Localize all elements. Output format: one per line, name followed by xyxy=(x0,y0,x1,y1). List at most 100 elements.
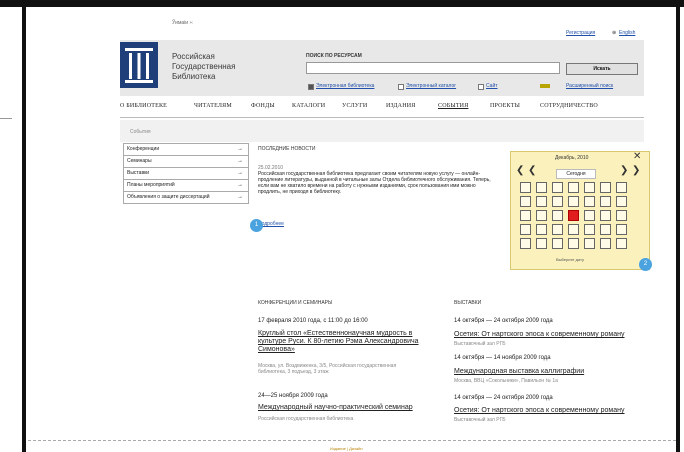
calendar-day-cell[interactable] xyxy=(536,196,547,207)
calendar-day-cell[interactable] xyxy=(568,210,579,221)
language-switch-ru[interactable]: Ўимаіи ›‹ xyxy=(172,20,193,26)
breadcrumb[interactable]: События xyxy=(130,129,151,135)
margin-rule xyxy=(0,118,12,119)
account-link[interactable]: Регистрация xyxy=(566,30,595,36)
brand-line-1: Российская xyxy=(172,52,215,61)
calendar-choose-date: Выберите дату xyxy=(556,257,584,262)
search-option-library-checkbox[interactable] xyxy=(308,84,314,90)
calendar-next-month-icon[interactable]: ❯ xyxy=(620,166,628,176)
calendar-day-cell[interactable] xyxy=(616,224,627,235)
calendar-month: Декабрь, 2010 xyxy=(555,155,589,161)
exhibitions-heading: ВЫСТАВКИ xyxy=(454,300,482,306)
search-option-catalog-checkbox[interactable] xyxy=(398,84,404,90)
frame-left-edge xyxy=(22,0,26,452)
search-option-site-label[interactable]: Сайт xyxy=(486,83,498,89)
calendar-day-cell[interactable] xyxy=(568,196,579,207)
sidebar-item-thesis-defense[interactable]: Объявления о защите диссертаций → xyxy=(123,192,249,204)
calendar-next-year-icon[interactable]: ❯ xyxy=(632,166,640,176)
calendar-prev-year-icon[interactable]: ❮ xyxy=(516,166,524,176)
search-option-site-checkbox[interactable] xyxy=(478,84,484,90)
calendar-day-cell[interactable] xyxy=(536,238,547,249)
calendar-day-cell[interactable] xyxy=(616,238,627,249)
calendar-day-cell[interactable] xyxy=(520,224,531,235)
calendar-prev-month-icon[interactable]: ❮ xyxy=(528,166,536,176)
calendar-day-cell[interactable] xyxy=(552,182,563,193)
annotation-badge-1: 1 xyxy=(250,219,263,232)
arrow-right-icon: → xyxy=(237,194,243,200)
sidebar-item-label: Конференции xyxy=(127,146,160,152)
conference-title[interactable]: Международный научно-практический семина… xyxy=(258,404,458,412)
nav-item-catalogs[interactable]: КАТАЛОГИ xyxy=(292,103,325,109)
arrow-right-icon: → xyxy=(237,182,243,188)
conference-place: Москва, ул. Воздвиженка, 3/5, Российская… xyxy=(258,363,397,375)
search-option-catalog-label[interactable]: Электронный каталог xyxy=(406,83,456,89)
calendar-day-cell[interactable] xyxy=(616,182,627,193)
calendar-day-cell[interactable] xyxy=(584,210,595,221)
calendar-day-cell[interactable] xyxy=(536,224,547,235)
search-button[interactable]: Искать xyxy=(566,63,638,75)
calendar-day-cell[interactable] xyxy=(584,224,595,235)
calendar-day-cell[interactable] xyxy=(520,238,531,249)
calendar-day-cell[interactable] xyxy=(616,196,627,207)
nav-item-about[interactable]: О БИБЛИОТЕКЕ xyxy=(120,103,167,109)
arrow-right-icon: → xyxy=(237,170,243,176)
exhibition-title[interactable]: Осетия: От нартского эпоса к современном… xyxy=(454,331,654,339)
exhibition-date: 14 октября — 14 ноября 2009 года xyxy=(454,355,551,361)
exhibition-place: Выставочный зал РГБ xyxy=(454,417,506,423)
annotation-badge-2: 2 xyxy=(639,258,652,271)
calendar-day-cell[interactable] xyxy=(536,210,547,221)
nav-item-collections[interactable]: ФОНДЫ xyxy=(251,103,275,109)
news-heading: ПОСЛЕДНИЕ НОВОСТИ xyxy=(258,146,316,152)
calendar-day-cell[interactable] xyxy=(600,238,611,249)
close-icon[interactable]: ✕ xyxy=(633,151,641,162)
globe-icon: ⊕ xyxy=(612,30,617,36)
exhibition-date: 14 октября — 24 октября 2009 года xyxy=(454,395,553,401)
sidebar-item-label: Семинары xyxy=(127,158,152,164)
calendar-day-cell[interactable] xyxy=(520,182,531,193)
sidebar-item-seminars[interactable]: Семинары → xyxy=(123,156,249,168)
calendar-day-cell[interactable] xyxy=(600,196,611,207)
exhibition-place: Выставочный зал РГБ xyxy=(454,341,506,347)
exhibition-title[interactable]: Международная выставка каллиграфии xyxy=(454,368,654,376)
calendar-day-cell[interactable] xyxy=(600,224,611,235)
calendar-day-cell[interactable] xyxy=(568,238,579,249)
calendar-day-cell[interactable] xyxy=(616,210,627,221)
calendar-day-cell[interactable] xyxy=(520,210,531,221)
library-logo[interactable] xyxy=(120,42,158,88)
calendar-day-cell[interactable] xyxy=(568,182,579,193)
calendar-day-cell[interactable] xyxy=(520,196,531,207)
nav-item-events[interactable]: СОБЫТИЯ xyxy=(438,103,468,109)
sidebar-item-exhibitions[interactable]: Выставки → xyxy=(123,168,249,180)
footer-link[interactable]: Издание | Дизайн xyxy=(330,446,363,451)
calendar-day-cell[interactable] xyxy=(584,182,595,193)
exhibition-title[interactable]: Осетия: От нартского эпоса к современном… xyxy=(454,407,654,415)
advanced-search-link[interactable]: Расширенный поиск xyxy=(566,83,613,89)
calendar-day-cell[interactable] xyxy=(552,238,563,249)
calendar-day-cell[interactable] xyxy=(584,196,595,207)
calendar-day-cell[interactable] xyxy=(600,182,611,193)
conference-title[interactable]: Круглый стол «Естественнонаучная мудрост… xyxy=(258,330,438,354)
calendar-day-cell[interactable] xyxy=(568,224,579,235)
sidebar-item-event-plans[interactable]: Планы мероприятий → xyxy=(123,180,249,192)
search-option-library-label[interactable]: Электронная библиотека xyxy=(316,83,374,89)
nav-item-cooperation[interactable]: СОТРУДНИЧЕСТВО xyxy=(540,103,598,109)
arrow-right-icon: → xyxy=(237,158,243,164)
english-link[interactable]: English xyxy=(619,30,635,36)
calendar-day-cell[interactable] xyxy=(600,210,611,221)
search-input[interactable] xyxy=(306,62,560,74)
breadcrumb-band xyxy=(120,120,644,142)
nav-item-publications[interactable]: ИЗДАНИЯ xyxy=(386,103,415,109)
brand-line-2: Государственная xyxy=(172,62,236,71)
calendar-day-cell[interactable] xyxy=(536,182,547,193)
nav-item-readers[interactable]: ЧИТАТЕЛЯМ xyxy=(194,103,232,109)
sidebar-item-conferences[interactable]: Конференции → xyxy=(123,143,249,156)
calendar-day-cell[interactable] xyxy=(552,210,563,221)
calendar-day-cell[interactable] xyxy=(552,196,563,207)
calendar-day-cell[interactable] xyxy=(584,238,595,249)
exhibition-date: 14 октября — 24 октября 2009 года xyxy=(454,318,553,324)
calendar-today-button[interactable]: Сегодня xyxy=(556,169,596,179)
arrow-right-icon: → xyxy=(237,146,243,152)
nav-item-services[interactable]: УСЛУГИ xyxy=(342,103,367,109)
nav-item-projects[interactable]: ПРОЕКТЫ xyxy=(490,103,520,109)
calendar-day-cell[interactable] xyxy=(552,224,563,235)
